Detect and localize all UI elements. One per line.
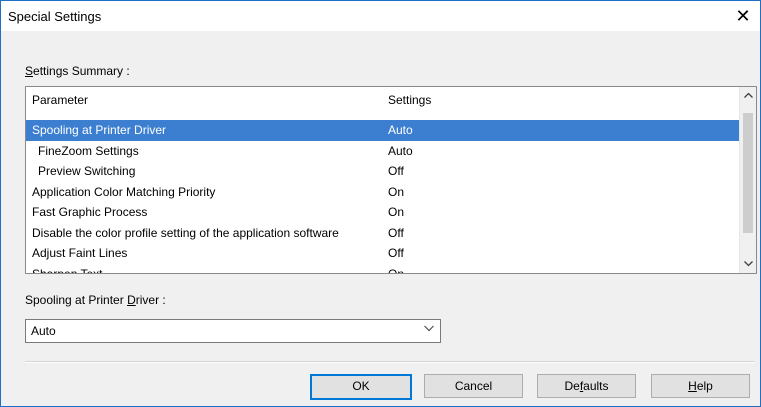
chevron-down-icon (424, 323, 434, 335)
special-settings-dialog: Special Settings ✕ Settings Summary : Pa… (0, 0, 761, 407)
list-row[interactable]: Preview Switching Off (26, 161, 740, 182)
row-parameter: Fast Graphic Process (32, 205, 148, 219)
row-setting: Auto (388, 123, 413, 137)
spooling-driver-label: Spooling at Printer Driver : (25, 293, 166, 307)
chevron-up-icon[interactable] (740, 87, 756, 104)
divider (25, 361, 755, 363)
list-row[interactable]: Spooling at Printer Driver Auto (26, 120, 740, 141)
defaults-label-start: De (564, 379, 580, 393)
ok-button[interactable]: OK (310, 374, 412, 400)
row-parameter: Sharpen Text (32, 266, 103, 274)
list-row[interactable]: Disable the color profile setting of the… (26, 223, 740, 244)
dialog-title: Special Settings (8, 9, 102, 24)
settings-summary-label: Settings Summary : (25, 64, 130, 78)
settings-summary-list[interactable]: Parameter Settings Spooling at Printer D… (25, 86, 757, 274)
row-parameter: FineZoom Settings (38, 143, 139, 158)
list-row[interactable]: FineZoom Settings Auto (26, 141, 740, 162)
row-parameter: Preview Switching (38, 164, 136, 178)
row-parameter: Spooling at Printer Driver (32, 123, 167, 137)
spooling-label-text: Spooling at Printer (25, 293, 128, 307)
column-header-settings[interactable]: Settings (388, 93, 431, 107)
list-row[interactable]: Sharpen Text On (26, 264, 740, 274)
defaults-button[interactable]: Defaults (537, 374, 636, 398)
close-icon[interactable]: ✕ (726, 1, 760, 31)
spooling-select-value: Auto (31, 324, 56, 338)
help-access-key: H (688, 379, 697, 393)
title-bar: Special Settings ✕ (1, 1, 760, 31)
row-setting: Off (388, 164, 404, 178)
list-row[interactable]: Fast Graphic Process On (26, 202, 740, 223)
scrollbar-thumb[interactable] (743, 113, 753, 233)
spooling-select[interactable]: Auto (25, 319, 441, 343)
cancel-button[interactable]: Cancel (424, 374, 523, 398)
spooling-label-text-after: river : (135, 293, 166, 307)
list-rows: Spooling at Printer Driver Auto FineZoom… (26, 120, 740, 274)
row-parameter: Adjust Faint Lines (32, 246, 128, 260)
chevron-down-icon[interactable] (740, 256, 756, 273)
row-setting: Off (388, 225, 404, 240)
row-parameter: Application Color Matching Priority (32, 184, 216, 199)
spooling-label-access-key: D (127, 293, 136, 307)
list-row[interactable]: Application Color Matching Priority On (26, 182, 740, 203)
list-row[interactable]: Adjust Faint Lines Off (26, 243, 740, 264)
row-setting: On (388, 205, 405, 219)
settings-summary-label-text: ettings Summary : (33, 64, 130, 78)
row-setting: Off (388, 246, 404, 260)
help-button[interactable]: Help (651, 374, 750, 398)
defaults-label-end: aults (583, 379, 609, 393)
help-label-end: elp (696, 379, 713, 393)
row-setting: On (388, 184, 405, 199)
row-parameter: Disable the color profile setting of the… (32, 225, 339, 240)
list-scrollbar[interactable] (739, 87, 756, 273)
list-header: Parameter Settings (26, 87, 740, 112)
column-header-parameter[interactable]: Parameter (32, 93, 88, 107)
settings-summary-access-key: S (25, 64, 34, 78)
row-setting: Auto (388, 143, 413, 158)
row-setting: On (388, 266, 405, 274)
